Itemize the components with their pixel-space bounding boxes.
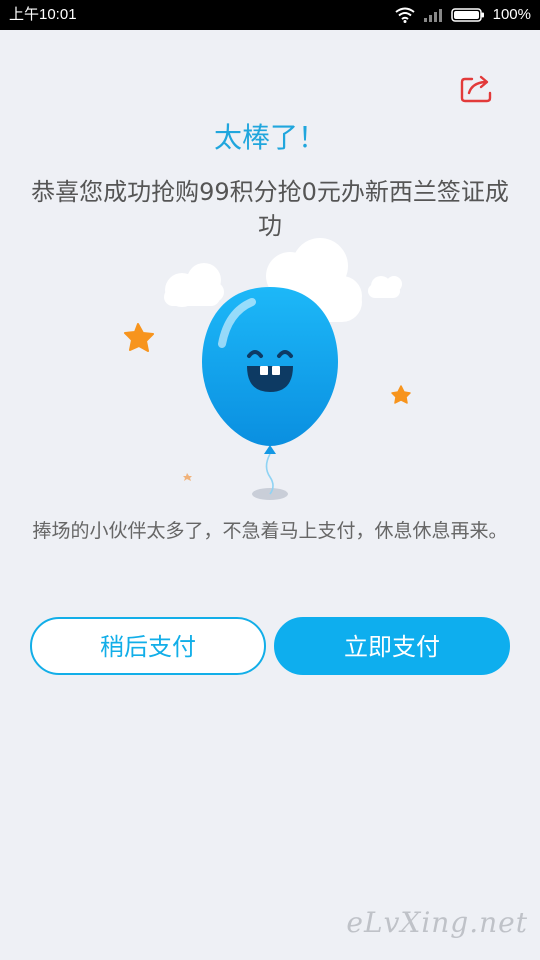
cloud-icon: [368, 276, 402, 298]
pay-later-button[interactable]: 稍后支付: [30, 617, 266, 675]
status-time: 上午10:01: [9, 6, 77, 23]
balloon-illustration: [124, 238, 411, 500]
star-icon: [124, 323, 154, 352]
wifi-icon: [395, 7, 415, 23]
watermark: eLvXing.net: [346, 906, 528, 939]
star-icon: [183, 473, 192, 481]
hint-text: 捧场的小伙伴太多了，不急着马上支付，休息休息再来。: [32, 520, 508, 542]
battery-icon: [450, 8, 484, 22]
share-icon: [460, 75, 492, 103]
status-bar: 上午10:01 100%: [0, 0, 540, 30]
cloud-icon: [164, 263, 224, 307]
battery-percent: 100%: [492, 6, 531, 23]
status-icons: 100%: [395, 5, 531, 25]
signal-icon: [423, 9, 442, 22]
success-title: 太棒了！: [213, 121, 326, 154]
star-icon: [391, 385, 411, 404]
pay-now-button[interactable]: 立即支付: [274, 617, 510, 675]
share-button[interactable]: [458, 72, 496, 104]
